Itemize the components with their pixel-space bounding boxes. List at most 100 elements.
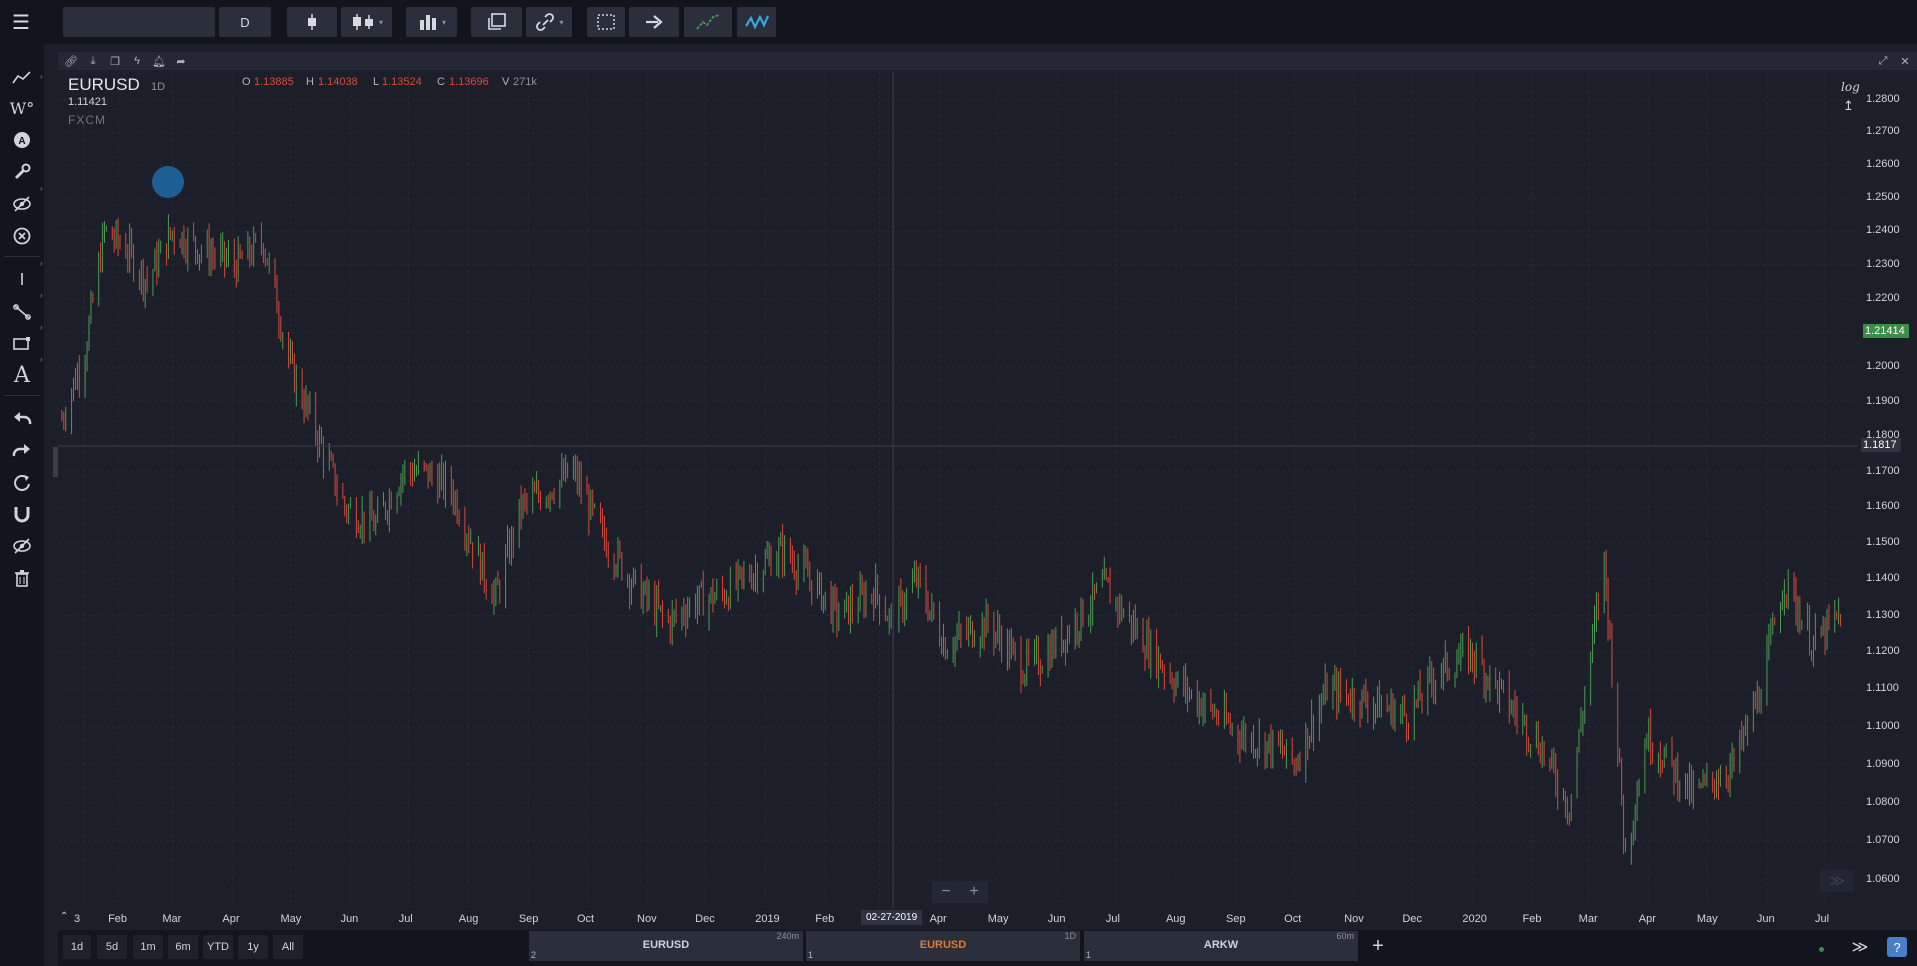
price-tick-label: 1.0600: [1866, 873, 1900, 885]
pane-tab-3[interactable]: ARKW 60m 1: [1084, 931, 1358, 961]
date-tick-label: Sep: [518, 913, 539, 925]
chart-symbol: EURUSD: [68, 75, 140, 94]
date-tick-label: Apr: [222, 913, 240, 925]
help-button[interactable]: ?: [1887, 937, 1907, 957]
open-value: 1.13885: [254, 76, 294, 88]
price-tick-label: 1.0900: [1866, 757, 1900, 770]
pane-tab-2[interactable]: EURUSD 1D 1: [806, 931, 1080, 961]
date-tick-label: Feb: [108, 913, 128, 925]
zoom-in-icon[interactable]: +: [969, 883, 978, 901]
price-tick-label: 1.0700: [1866, 834, 1900, 847]
price-tick-label: 1.1100: [1866, 682, 1899, 695]
pane-timeframe: 1D: [1064, 931, 1076, 941]
date-tick-label: Jul: [1815, 913, 1830, 925]
pane-number: 2: [531, 950, 537, 960]
date-tick-label: Nov: [1344, 913, 1364, 925]
log-scale-toggle[interactable]: log: [1841, 80, 1860, 94]
price-tick-label: 1.2300: [1866, 257, 1900, 270]
date-tick-label: Oct: [576, 913, 595, 925]
last-price: 1.11421: [68, 96, 107, 108]
axis-reset-icon[interactable]: ↥: [1843, 98, 1854, 114]
scroll-to-end-button[interactable]: ≫: [1820, 870, 1854, 892]
zoom-out-icon[interactable]: −: [941, 883, 950, 901]
date-tick-label: May: [280, 913, 302, 925]
date-tick-label: Sep: [1226, 913, 1246, 925]
low-label: L: [373, 76, 380, 88]
crosshair-price-badge: 1.1817: [1861, 438, 1901, 452]
price-tick-label: 1.0800: [1866, 795, 1900, 808]
high-value: 1.14038: [318, 76, 358, 88]
pane-timeframe: 240m: [776, 931, 799, 941]
low-value: 1.13524: [382, 76, 422, 88]
date-tick-label: Dec: [695, 913, 715, 925]
date-tick-label: 2020: [1462, 913, 1487, 925]
price-tick-label: 1.2200: [1866, 291, 1900, 304]
range-1y-button[interactable]: 1y: [238, 935, 268, 959]
date-tick-label: Jun: [1047, 913, 1066, 925]
date-tick-label: Jul: [398, 913, 413, 925]
date-tick-label: Mar: [162, 913, 182, 925]
price-tick-label: 1.1300: [1866, 608, 1900, 621]
range-1m-button[interactable]: 1m: [133, 935, 163, 959]
price-tick-label: 1.2700: [1866, 125, 1900, 138]
date-tick-label: Mar: [1578, 913, 1598, 925]
date-tick-label: 3: [74, 913, 81, 925]
price-tick-label: 1.2600: [1866, 158, 1900, 171]
fast-forward-icon: ≫: [1828, 873, 1846, 890]
price-tick-label: 1.1000: [1866, 719, 1900, 732]
crosshair-date-badge: 02-27-2019: [861, 910, 923, 925]
date-tick-label: Dec: [1402, 913, 1422, 925]
date-tick-label: Jun: [1756, 913, 1775, 925]
date-tick-label: Apr: [929, 913, 947, 925]
pane-number: 1: [1086, 950, 1092, 960]
date-tick-label: Apr: [1638, 913, 1656, 925]
current-price-badge: 1.21414: [1863, 324, 1909, 338]
open-label: O: [242, 76, 251, 88]
pane-tab-1[interactable]: EURUSD 240m 2: [529, 931, 803, 961]
pane-timeframe: 60m: [1336, 931, 1354, 941]
double-chevron-icon: ≫: [1851, 939, 1869, 956]
date-tick-label: Nov: [637, 913, 657, 925]
price-tick-label: 1.1200: [1866, 645, 1900, 658]
price-tick-label: 1.1400: [1866, 572, 1900, 585]
close-label: C: [437, 76, 445, 88]
date-tick-label: May: [1696, 913, 1718, 925]
price-bars: [61, 214, 1842, 865]
date-tick-label: Jun: [340, 913, 359, 925]
price-tick-label: 1.1700: [1866, 464, 1900, 477]
range-1d-button[interactable]: 1d: [63, 935, 91, 959]
date-tick-label: Feb: [1522, 913, 1542, 925]
pane-symbol: EURUSD: [642, 939, 690, 951]
range-all-button[interactable]: All: [273, 935, 303, 959]
add-pane-button[interactable]: +: [1366, 934, 1390, 958]
plus-icon: +: [1372, 934, 1384, 957]
pane-symbol: ARKW: [1203, 939, 1239, 951]
price-tick-label: 1.2800: [1866, 93, 1900, 105]
price-tick-label: 1.1900: [1866, 394, 1900, 407]
range-5d-button[interactable]: 5d: [97, 935, 127, 959]
event-marker: [152, 166, 184, 198]
chart-timeframe: 1D: [151, 81, 166, 93]
price-tick-label: 1.1600: [1866, 500, 1900, 513]
date-tick-label: Aug: [458, 913, 479, 925]
price-tick-label: 1.2000: [1866, 359, 1900, 372]
high-label: H: [306, 76, 314, 88]
chart-grid: [58, 72, 1858, 908]
price-chart[interactable]: [0, 0, 1917, 966]
date-tick-label: Feb: [815, 913, 835, 925]
date-tick-label: Aug: [1165, 913, 1186, 925]
date-tick-label: 2019: [755, 913, 780, 925]
range-6m-button[interactable]: 6m: [168, 935, 198, 959]
volume-label: V: [502, 76, 510, 88]
date-tick-label: May: [987, 913, 1009, 925]
expand-panel-button[interactable]: ≫: [1847, 936, 1873, 958]
volume-value: 271k: [513, 76, 537, 88]
exchange-label: FXCM: [68, 113, 106, 127]
pane-number: 1: [808, 950, 814, 960]
connection-status-dot: [1819, 947, 1824, 952]
price-tick-label: 1.2400: [1866, 224, 1900, 237]
date-tick-label: Oct: [1284, 913, 1302, 925]
range-ytd-button[interactable]: YTD: [203, 935, 233, 959]
close-value: 1.13696: [449, 76, 489, 88]
price-tick-label: 1.1500: [1866, 535, 1900, 548]
